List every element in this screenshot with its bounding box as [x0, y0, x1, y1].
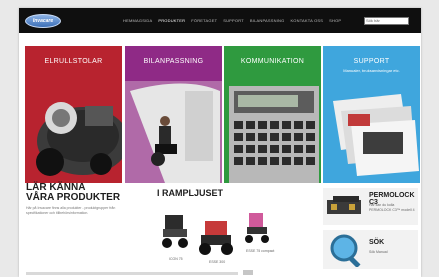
promo-box[interactable]: PERMOLOCK C3 Här kan du kolla PERMOLOCK … [323, 188, 418, 225]
car-adaptation-image [125, 81, 222, 183]
promo-subtitle: Här kan du kolla PERMOLOCK C3™ modell 4 [369, 203, 415, 212]
nav-item-support[interactable]: SUPPORT [223, 18, 244, 23]
search-input[interactable]: Sök här [364, 17, 409, 25]
intro-title-line2: VÅRA PRODUKTER [26, 192, 121, 203]
nav-item-shop[interactable]: SHOP [329, 18, 341, 23]
nav-item-foretaget[interactable]: FÖRETAGET [191, 18, 217, 23]
website-page: Invacare HEMMAGSIDA PRODUKTER FÖRETAGET … [19, 8, 421, 277]
product-label[interactable]: ESSE 300 [209, 260, 225, 264]
spotlight-products-image [162, 213, 269, 255]
intro-body: Här på Invacare finns alla produkter - p… [26, 206, 116, 215]
communication-device-image [229, 86, 319, 183]
search-box-title: SÖK [369, 239, 385, 246]
spotlight-title: I RAMPLJUSET [157, 188, 224, 198]
nav-item-kontakta[interactable]: KONTAKTA OSS [290, 18, 323, 23]
magnifier-icon [330, 234, 361, 267]
main-nav: HEMMAGSIDA PRODUKTER FÖRETAGET SUPPORT B… [123, 8, 341, 33]
tile-elrullstolar[interactable]: ELRULLSTOLAR [25, 46, 122, 183]
nav-item-bilanpassning[interactable]: BILANPASSNING [250, 18, 285, 23]
search-box-subtitle: Sök Manual [369, 250, 388, 254]
intro-title: LÄR KÄNNA VÅRA PRODUKTER [26, 183, 120, 203]
manual-search-box[interactable]: SÖK Sök Manual [323, 230, 418, 269]
product-label[interactable]: ICON 75 [169, 257, 183, 261]
manual-brochures-image [333, 94, 419, 176]
product-label[interactable]: ESSE 75 compact [246, 249, 274, 253]
tile-bilanpassning[interactable]: BILANPASSNING [125, 46, 222, 183]
tile-support[interactable]: SUPPORT Manualer, bruksanvisningar etc. [323, 46, 420, 183]
nav-item-produkter[interactable]: PRODUKTER [158, 18, 185, 23]
brand-logo[interactable]: Invacare [25, 14, 61, 28]
footer-divider [26, 272, 238, 275]
footer-icon [243, 270, 253, 275]
nav-item-hem[interactable]: HEMMAGSIDA [123, 18, 152, 23]
car-seat-image [327, 196, 361, 214]
tile-kommunikation[interactable]: KOMMUNIKATION [224, 46, 321, 183]
top-navigation-bar: Invacare HEMMAGSIDA PRODUKTER FÖRETAGET … [19, 8, 421, 33]
wheelchair-image [36, 102, 122, 176]
